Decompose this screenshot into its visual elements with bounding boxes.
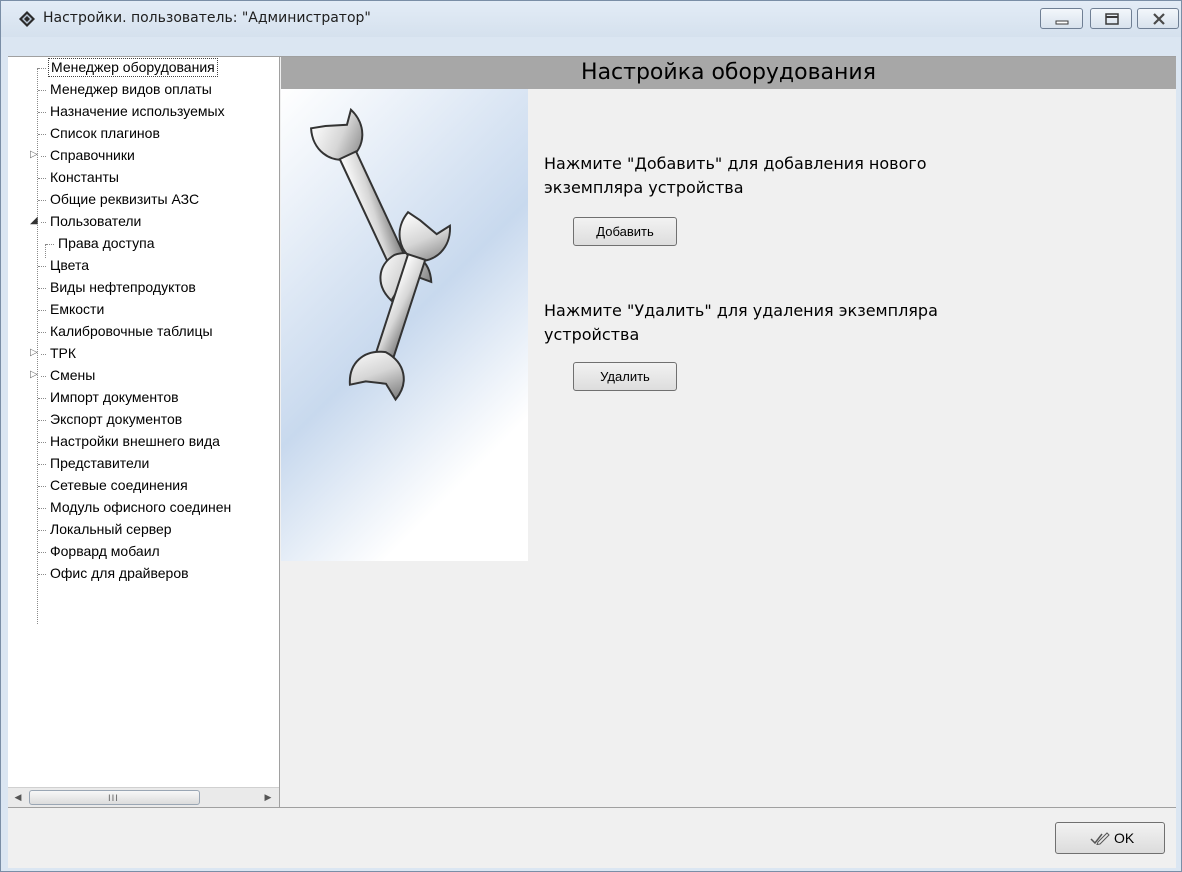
tree-item-label: Права доступа [58, 235, 155, 251]
tree-item-label: Смены [50, 367, 96, 383]
bottom-bar: OK [8, 807, 1176, 868]
tree-item-label: Форвард мобаил [50, 543, 160, 559]
tree-item-label: Офис для драйверов [50, 565, 189, 581]
tree-item-calibration-tables[interactable]: Калибровочные таблицы [8, 321, 279, 343]
tree-item-forward-mobile[interactable]: Форвард мобаил [8, 541, 279, 563]
tree-item-label: Список плагинов [50, 125, 160, 141]
expand-arrow-icon[interactable]: ▷ [30, 150, 40, 160]
tree-item-tanks[interactable]: Емкости [8, 299, 279, 321]
app-diamond-icon [19, 11, 35, 27]
content-panel: Настройка оборудования Нажмите "Добавить… [281, 57, 1176, 807]
tree-item-users[interactable]: ◢ Пользователи [8, 211, 279, 233]
tree-item-label: Импорт документов [50, 389, 179, 405]
remove-instruction-line1: Нажмите "Удалить" для удаления экземпляр… [544, 301, 938, 320]
tree-item-network-connections[interactable]: Сетевые соединения [8, 475, 279, 497]
tree-item-label: Общие реквизиты АЗС [50, 191, 200, 207]
close-button[interactable] [1137, 8, 1179, 29]
ok-label: OK [1114, 830, 1135, 846]
tree-item-label: Модуль офисного соединен [50, 499, 232, 515]
tree-item-plugins[interactable]: Список плагинов [8, 123, 279, 145]
tree-item-assignment[interactable]: Назначение используемых [8, 101, 279, 123]
tree-item-fuel-types[interactable]: Виды нефтепродуктов [8, 277, 279, 299]
tree-item-representatives[interactable]: Представители [8, 453, 279, 475]
expand-arrow-icon[interactable]: ▷ [30, 370, 40, 380]
tree-item-label: Виды нефтепродуктов [50, 279, 196, 295]
tree-item-payment-types[interactable]: Менеджер видов оплаты [8, 79, 279, 101]
page-title: Настройка оборудования [281, 57, 1176, 89]
tree-item-label: Настройки внешнего вида [50, 433, 220, 449]
tree-item-label: Пользователи [50, 213, 142, 229]
scroll-right-icon[interactable]: ▶ [260, 790, 276, 806]
add-instruction-line1: Нажмите "Добавить" для добавления нового [544, 154, 927, 173]
tree-item-export-documents[interactable]: Экспорт документов [8, 409, 279, 431]
tree-item-local-server[interactable]: Локальный сервер [8, 519, 279, 541]
add-button[interactable]: Добавить [573, 217, 677, 246]
tree-item-label: Представители [50, 455, 150, 471]
close-icon [1153, 13, 1165, 25]
tree-item-label: Менеджер оборудования [48, 58, 218, 77]
tree-item-station-details[interactable]: Общие реквизиты АЗС [8, 189, 279, 211]
scroll-left-icon[interactable]: ◀ [10, 790, 26, 806]
tree-item-references[interactable]: ▷ Справочники [8, 145, 279, 167]
client-area: Менеджер оборудования Менеджер видов опл… [8, 56, 1176, 868]
collapse-arrow-icon[interactable]: ◢ [30, 216, 40, 226]
tree-item-label: Цвета [50, 257, 89, 273]
remove-instruction: Нажмите "Удалить" для удаления экземпляр… [544, 299, 938, 347]
tree-item-appearance[interactable]: Настройки внешнего вида [8, 431, 279, 453]
ok-button[interactable]: OK [1055, 822, 1165, 854]
tree-item-label: Менеджер видов оплаты [50, 81, 212, 97]
window-title: Настройки. пользователь: "Администратор" [43, 10, 371, 26]
tree-item-equipment-manager[interactable]: Менеджер оборудования [8, 57, 279, 79]
tree-item-label: Справочники [50, 147, 135, 163]
tree-item-import-documents[interactable]: Импорт документов [8, 387, 279, 409]
tree-item-label: Константы [50, 169, 119, 185]
tree-item-access-rights[interactable]: Права доступа [8, 233, 279, 255]
tree-item-label: Калибровочные таблицы [50, 323, 213, 339]
tree-item-dispensers[interactable]: ▷ ТРК [8, 343, 279, 365]
horizontal-scrollbar[interactable]: ◀ III ▶ [8, 787, 279, 807]
remove-button[interactable]: Удалить [573, 362, 677, 391]
tree-item-label: Экспорт документов [50, 411, 183, 427]
tree-item-constants[interactable]: Константы [8, 167, 279, 189]
tree-item-office-module[interactable]: Модуль офисного соединен [8, 497, 279, 519]
checkmark-pen-icon [1090, 832, 1110, 845]
tree-item-label: Назначение используемых [50, 103, 225, 119]
tree-item-label: Емкости [50, 301, 105, 317]
scroll-grip: III [108, 794, 119, 804]
maximize-button[interactable] [1090, 8, 1132, 29]
tree-item-label: Локальный сервер [50, 521, 172, 537]
tree-item-office-drivers[interactable]: Офис для драйверов [8, 563, 279, 585]
minimize-button[interactable] [1040, 8, 1083, 29]
expand-arrow-icon[interactable]: ▷ [30, 348, 40, 358]
maximize-icon [1105, 13, 1119, 25]
tree-item-label: Сетевые соединения [50, 477, 188, 493]
wrenches-icon [310, 107, 451, 402]
settings-tree[interactable]: Менеджер оборудования Менеджер видов опл… [8, 57, 280, 807]
remove-instruction-line2: устройства [544, 325, 640, 344]
tree-item-label: ТРК [50, 345, 77, 361]
tree-item-shifts[interactable]: ▷ Смены [8, 365, 279, 387]
settings-window: Настройки. пользователь: "Администратор" [0, 0, 1182, 872]
scroll-thumb[interactable]: III [29, 790, 200, 805]
tree-item-colors[interactable]: Цвета [8, 255, 279, 277]
add-instruction-line2: экземпляра устройства [544, 178, 744, 197]
wrenches-image [281, 89, 528, 561]
minimize-icon [1055, 20, 1069, 25]
add-instruction: Нажмите "Добавить" для добавления нового… [544, 152, 927, 200]
title-bar[interactable]: Настройки. пользователь: "Администратор" [1, 1, 1181, 37]
